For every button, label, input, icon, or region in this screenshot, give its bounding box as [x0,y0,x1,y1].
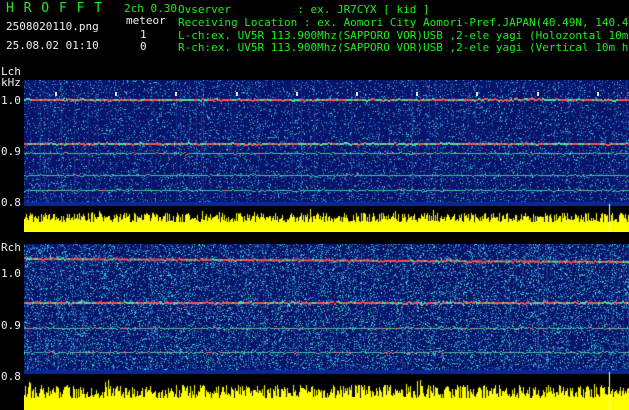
lch-spectrogram[interactable] [24,80,629,232]
bottom-channel-label: Rch [1,241,21,254]
top-ylabel-2: 0.9 [1,145,21,158]
meteor-count-rch: 0 [140,40,147,53]
bottom-ylabel-1: 1.0 [1,267,21,280]
minute-tick [235,92,238,96]
minute-tick [416,92,419,96]
minute-tick [55,92,57,96]
rch-info-label: R-ch:ex. UV5R 113.900Mhz(SAPPORO VOR)USB… [178,41,629,54]
bottom-ylabel-2: 0.9 [1,319,21,332]
meteor-count-lch: 1 [140,28,147,41]
minute-tick [536,92,539,96]
rch-spectrogram[interactable] [24,244,629,410]
meteor-label: meteor [126,14,166,27]
hroft-window: H R O F F T 2ch 0.30 2508020110.png 25.0… [0,0,629,410]
rch-spectrogram-canvas [24,244,629,410]
lch-info-label: L-ch:ex. UV5R 113.900Mhz(SAPPORO VOR)USB… [178,29,629,42]
lch-spectrogram-canvas [24,80,629,232]
top-ylabel-3: 0.8 [1,196,21,209]
top-unit-label: kHz [1,76,21,89]
minute-tick [596,92,599,96]
version-label: 2ch 0.30 [124,2,177,15]
bottom-ylabel-3: 0.8 [1,370,21,383]
minute-tick [356,92,358,96]
app-title: H R O F F T [6,1,104,16]
location-label: Receiving Location : ex. Aomori City Aom… [178,16,629,29]
observer-label: Ovserver : ex. JR7CYX [ kid ] [178,3,430,16]
minute-tick [115,92,118,96]
minute-tick [295,92,298,96]
datetime-label: 25.08.02 01:10 [6,39,99,52]
minute-tick [476,92,479,96]
minute-tick [175,92,178,96]
filename-label: 2508020110.png [6,20,99,33]
top-ylabel-1: 1.0 [1,94,21,107]
minute-ticks [24,92,629,96]
